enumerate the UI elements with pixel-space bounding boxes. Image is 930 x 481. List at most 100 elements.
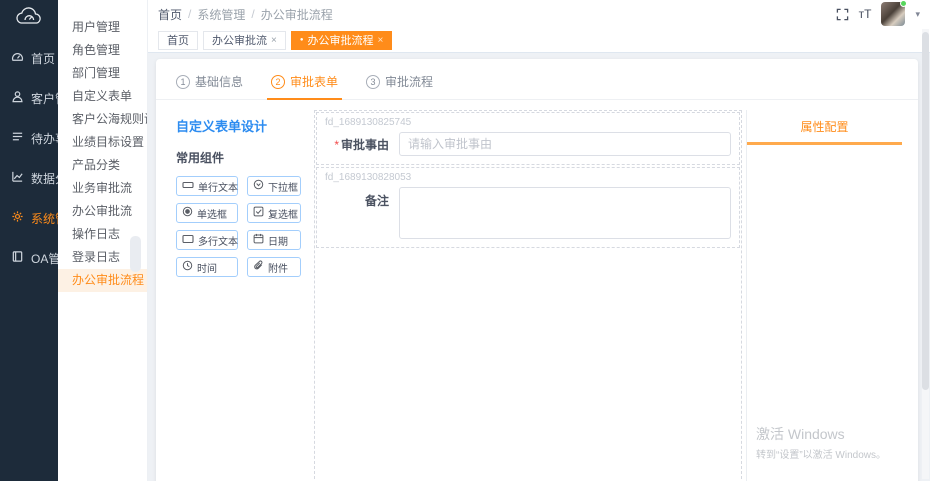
step-approval-form[interactable]: 2 审批表单: [267, 73, 343, 100]
navbar-tools: тT ▾: [836, 0, 920, 26]
widget-single-line-text[interactable]: 单行文本: [176, 176, 238, 196]
step-number: 3: [366, 74, 381, 89]
app-window: 首页 客户管理 待办事项 数据分析 系统管理 OA管理 用户管理 角色管理 部门…: [0, 0, 930, 481]
widget-grid: 单行文本 下拉框 单选框 复选框 多行文本 日期 时间 附件: [176, 176, 308, 277]
close-icon[interactable]: ×: [271, 35, 277, 46]
breadcrumb-home[interactable]: 首页: [158, 6, 182, 23]
customers-icon: [11, 90, 24, 106]
widgets-panel: 自定义表单设计 常用组件 单行文本 下拉框 单选框 复选框 多行文本 日期 时间…: [176, 110, 308, 481]
watermark-line1: 激活 Windows: [755, 426, 845, 442]
widget-time[interactable]: 时间: [176, 257, 238, 277]
menu-item-role-mgmt[interactable]: 角色管理: [58, 39, 147, 62]
widget-label: 时间: [197, 263, 217, 275]
widget-date[interactable]: 日期: [247, 230, 301, 250]
chart-icon: [11, 170, 24, 186]
menu-item-office-approval-process[interactable]: 办公审批流程: [58, 269, 147, 292]
menu-item-custom-form[interactable]: 自定义表单: [58, 85, 147, 108]
tab-office-approval-process[interactable]: ● 办公审批流程 ×: [290, 30, 393, 50]
scrollbar[interactable]: [922, 29, 929, 479]
tab-office-approval[interactable]: 办公审批流 ×: [203, 30, 286, 50]
step-basic-info[interactable]: 1 基础信息: [176, 73, 243, 99]
primary-sidebar: 首页 客户管理 待办事项 数据分析 系统管理 OA管理: [0, 0, 79, 481]
watermark-line2: 转到“设置”以激活 Windows。: [755, 450, 886, 461]
menu-item-office-approval[interactable]: 办公审批流: [58, 200, 147, 223]
widget-label: 多行文本: [198, 236, 238, 248]
menu-item-user-mgmt[interactable]: 用户管理: [58, 16, 147, 39]
field-id: fd_1689130825745: [325, 117, 412, 128]
widget-label: 日期: [268, 236, 288, 248]
checkbox-icon: [253, 206, 264, 220]
sidebar-item-label: 首页: [31, 51, 56, 66]
sidebar-item-oa[interactable]: OA管理: [0, 238, 72, 278]
breadcrumb-current: 办公审批流程: [260, 7, 333, 22]
top-navbar: 首页 / 系统管理 / 办公审批流程 тT ▾: [148, 0, 930, 28]
step-label: 审批表单: [290, 75, 339, 89]
step-tabs: 1 基础信息 2 审批表单 3 审批流程: [156, 59, 918, 100]
widget-label: 单选框: [197, 209, 227, 221]
step-label: 基础信息: [195, 75, 244, 89]
page-tabbar: 首页 办公审批流 × ● 办公审批流程 ×: [148, 28, 930, 53]
step-approval-process[interactable]: 3 审批流程: [366, 73, 433, 99]
cloud-gauge-logo-icon: [14, 6, 44, 33]
sidebar-collapse-handle[interactable]: [130, 236, 141, 272]
menu-item-performance-target[interactable]: 业绩目标设置: [58, 131, 147, 154]
widget-label: 复选框: [268, 209, 298, 221]
sidebar-item-todo[interactable]: 待办事项: [0, 118, 79, 158]
sidebar-item-customers[interactable]: 客户管理: [0, 78, 79, 118]
menu-item-product-category[interactable]: 产品分类: [58, 154, 147, 177]
windows-activation-watermark: 激活 Windows 转到“设置”以激活 Windows。: [756, 424, 886, 461]
sidebar-item-home[interactable]: 首页: [0, 38, 58, 78]
active-dot-icon: ●: [299, 37, 304, 43]
field-id: fd_1689130828053: [325, 172, 412, 183]
gear-icon: [11, 210, 24, 226]
breadcrumb-separator: /: [251, 7, 255, 21]
step-label: 审批流程: [385, 75, 434, 89]
main-card: 1 基础信息 2 审批表单 3 审批流程 自定义表单设计 常用组件 单行文本 下…: [156, 59, 918, 481]
app-logo: [0, 0, 58, 38]
tab-label: 首页: [167, 35, 189, 47]
widget-attachment[interactable]: 附件: [247, 257, 301, 277]
field-label: * 审批事由: [334, 137, 389, 152]
widget-dropdown[interactable]: 下拉框: [247, 176, 301, 196]
tab-home[interactable]: 首页: [158, 30, 198, 50]
approval-reason-input[interactable]: [399, 132, 731, 156]
fullscreen-icon[interactable]: [836, 8, 849, 21]
breadcrumb: 首页 / 系统管理 / 办公审批流程: [158, 6, 333, 23]
content-area: 1 基础信息 2 审批表单 3 审批流程 自定义表单设计 常用组件 单行文本 下…: [148, 53, 930, 481]
canvas-field-remarks[interactable]: fd_1689130828053 备注: [316, 167, 740, 248]
widget-multi-line-text[interactable]: 多行文本: [176, 230, 238, 250]
sidebar-item-system[interactable]: 系统管理: [0, 198, 79, 238]
step-number: 2: [271, 74, 286, 89]
avatar[interactable]: [881, 0, 908, 26]
components-group-title: 常用组件: [176, 151, 225, 165]
dashboard-icon: [11, 50, 24, 66]
date-icon: [253, 233, 264, 247]
dropdown-icon: [253, 179, 264, 193]
menu-item-dept-mgmt[interactable]: 部门管理: [58, 62, 147, 85]
widget-checkbox[interactable]: 复选框: [247, 203, 301, 223]
menu-item-business-approval[interactable]: 业务审批流: [58, 177, 147, 200]
breadcrumb-system[interactable]: 系统管理: [197, 6, 245, 23]
canvas-field-approval-reason[interactable]: fd_1689130825745 * 审批事由: [316, 112, 740, 165]
close-icon[interactable]: ×: [377, 35, 383, 46]
tab-property-config[interactable]: 属性配置: [747, 110, 902, 145]
time-icon: [182, 260, 193, 274]
remarks-textarea[interactable]: [399, 187, 731, 239]
widget-label: 单行文本: [198, 182, 238, 194]
scrollbar-thumb[interactable]: [922, 32, 929, 390]
required-asterisk: *: [334, 137, 339, 152]
font-size-icon[interactable]: тT: [859, 7, 872, 21]
menu-item-public-sea-rules[interactable]: 客户公海规则设置: [58, 108, 147, 131]
oa-book-icon: [11, 250, 24, 266]
field-label: 备注: [364, 194, 389, 208]
tab-label: 办公审批流: [212, 35, 267, 47]
chevron-down-icon[interactable]: ▾: [915, 9, 920, 20]
radio-icon: [182, 206, 193, 220]
online-status-dot: [900, 0, 908, 7]
attachment-icon: [253, 260, 264, 274]
breadcrumb-separator: /: [188, 7, 192, 21]
sidebar-item-analytics[interactable]: 数据分析: [0, 158, 79, 198]
form-canvas[interactable]: fd_1689130825745 *审批事由 fd_1689130828053 …: [314, 110, 742, 481]
widget-radio[interactable]: 单选框: [176, 203, 238, 223]
secondary-sidebar: 用户管理 角色管理 部门管理 自定义表单 客户公海规则设置 业绩目标设置 产品分…: [58, 0, 148, 481]
